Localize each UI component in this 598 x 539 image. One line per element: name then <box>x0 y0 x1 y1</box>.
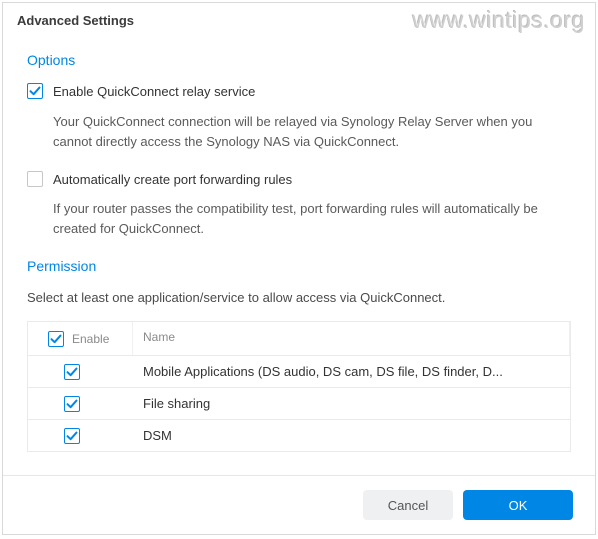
col-enable-label: Enable <box>72 332 109 346</box>
table-header: Enable Name <box>28 322 570 356</box>
ok-button[interactable]: OK <box>463 490 573 520</box>
permission-desc: Select at least one application/service … <box>27 288 571 308</box>
row-name: File sharing <box>133 391 570 416</box>
checkbox-portfwd[interactable] <box>27 171 43 187</box>
permission-heading: Permission <box>27 258 571 274</box>
check-icon <box>66 398 78 410</box>
table-row[interactable]: File sharing <box>28 388 570 420</box>
checkbox-relay[interactable] <box>27 83 43 99</box>
row-name: Mobile Applications (DS audio, DS cam, D… <box>133 359 570 384</box>
option-relay-label: Enable QuickConnect relay service <box>53 82 255 102</box>
checkbox-row[interactable] <box>64 396 80 412</box>
table-row[interactable]: DSM <box>28 420 570 452</box>
option-portfwd: Automatically create port forwarding rul… <box>27 170 571 190</box>
option-portfwd-desc: If your router passes the compatibility … <box>53 199 571 239</box>
checkbox-row[interactable] <box>64 364 80 380</box>
col-name-header[interactable]: Name <box>133 322 570 355</box>
options-heading: Options <box>27 52 571 68</box>
row-name: DSM <box>133 423 570 448</box>
check-icon <box>50 333 62 345</box>
check-icon <box>66 366 78 378</box>
checkbox-row[interactable] <box>64 428 80 444</box>
check-icon <box>29 85 41 97</box>
dialog-content: Options Enable QuickConnect relay servic… <box>3 36 595 475</box>
col-enable-header[interactable]: Enable <box>28 322 133 355</box>
cancel-button[interactable]: Cancel <box>363 490 453 520</box>
option-portfwd-label: Automatically create port forwarding rul… <box>53 170 292 190</box>
checkbox-enable-all[interactable] <box>48 331 64 347</box>
option-relay: Enable QuickConnect relay service <box>27 82 571 102</box>
dialog-title: Advanced Settings <box>3 3 595 36</box>
option-relay-desc: Your QuickConnect connection will be rel… <box>53 112 571 152</box>
table-row[interactable]: Mobile Applications (DS audio, DS cam, D… <box>28 356 570 388</box>
check-icon <box>66 430 78 442</box>
dialog: www.wintips.org Advanced Settings Option… <box>2 2 596 535</box>
permission-table: Enable Name Mobile Applications (DS audi… <box>27 321 571 452</box>
col-name-label: Name <box>143 330 175 344</box>
dialog-footer: Cancel OK <box>3 475 595 534</box>
